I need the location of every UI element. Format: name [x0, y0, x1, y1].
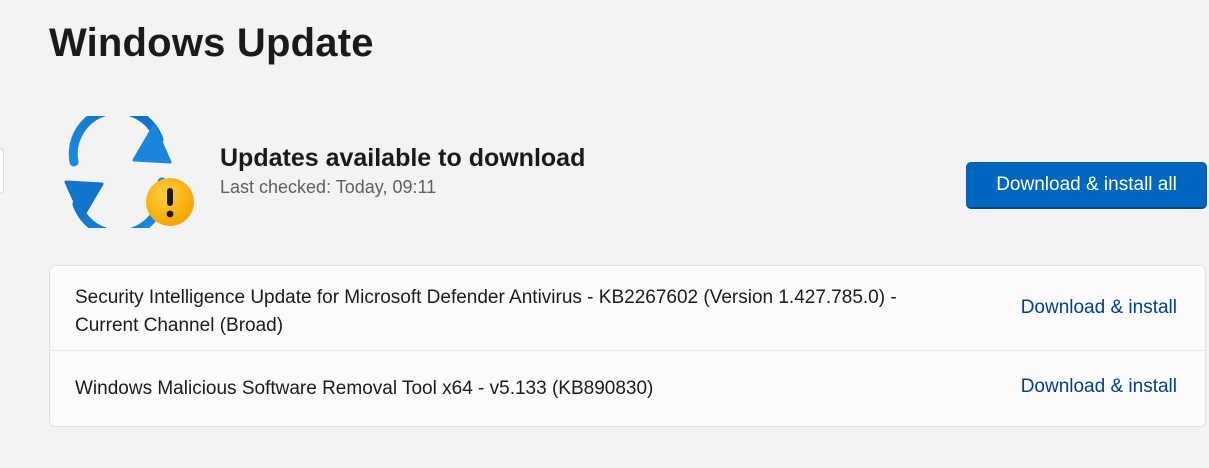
update-status: Updates available to download Last check… [220, 143, 585, 198]
update-row: Windows Malicious Software Removal Tool … [50, 351, 1205, 426]
last-checked-text: Last checked: Today, 09:11 [220, 177, 437, 197]
status-title: Updates available to download [220, 144, 586, 172]
sidebar-edge [0, 148, 4, 194]
windows-update-page: Windows Update Updates available to down… [0, 0, 1209, 468]
download-install-all-button[interactable]: Download & install all [966, 162, 1207, 209]
updates-list: Security Intelligence Update for Microso… [49, 265, 1206, 427]
update-row: Security Intelligence Update for Microso… [50, 266, 1205, 351]
download-install-link[interactable]: Download & install [1021, 376, 1177, 398]
page-title: Windows Update [49, 21, 374, 65]
sync-warning-icon [62, 105, 194, 239]
download-install-link[interactable]: Download & install [1021, 297, 1177, 319]
update-name: Security Intelligence Update for Microso… [75, 287, 897, 336]
update-name: Windows Malicious Software Removal Tool … [75, 378, 654, 399]
